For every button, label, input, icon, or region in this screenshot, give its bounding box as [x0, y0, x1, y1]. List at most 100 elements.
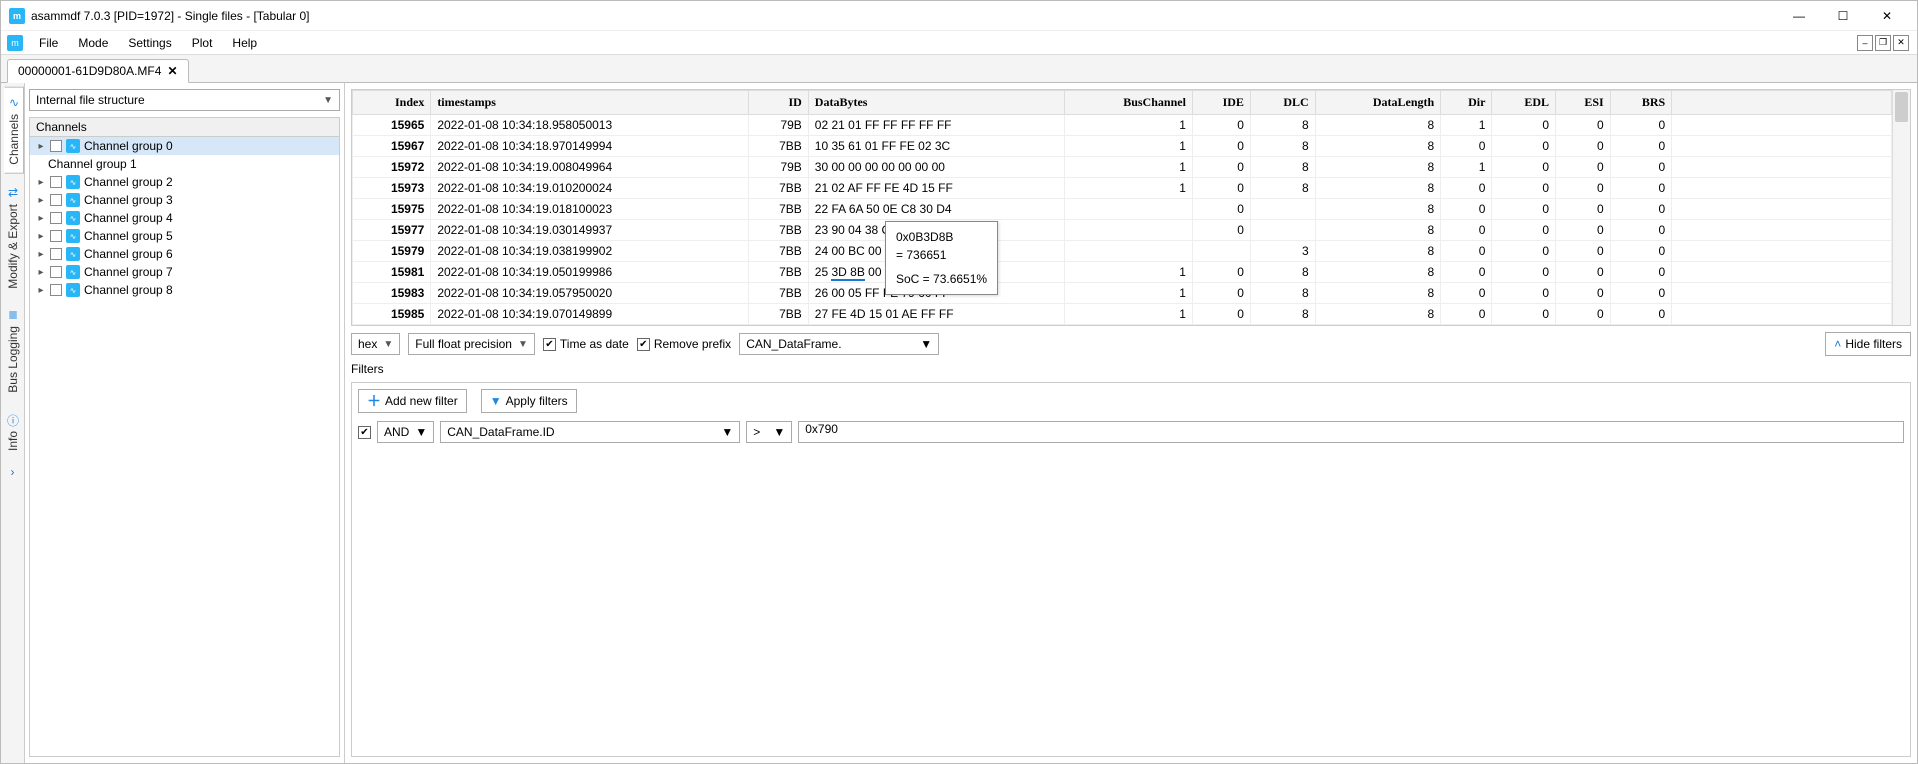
table-vertical-scrollbar[interactable] [1892, 90, 1910, 325]
prefix-combo[interactable]: CAN_DataFrame. ▼ [739, 333, 939, 355]
tree-expand-icon[interactable]: ▸ [36, 177, 46, 188]
table-cell: 0 [1556, 199, 1611, 220]
menu-plot[interactable]: Plot [182, 33, 223, 53]
col-esi[interactable]: ESI [1556, 91, 1611, 115]
col-edl[interactable]: EDL [1492, 91, 1556, 115]
channel-group-row[interactable]: ▸∿Channel group 2 [30, 173, 339, 191]
minimize-button[interactable]: — [1777, 2, 1821, 30]
precision-combo[interactable]: Full float precision▼ [408, 333, 535, 355]
filter-logic-combo[interactable]: AND ▼ [377, 421, 434, 443]
table-cell [1672, 283, 1892, 304]
table-row[interactable]: 159812022-01-08 10:34:19.0501999867BB25 … [353, 262, 1892, 283]
menu-help[interactable]: Help [222, 33, 267, 53]
table-cell [1192, 241, 1250, 262]
col-dir[interactable]: Dir [1441, 91, 1492, 115]
maximize-button[interactable]: ☐ [1821, 2, 1865, 30]
table-row[interactable]: 159852022-01-08 10:34:19.0701498997BB27 … [353, 304, 1892, 325]
tree-expand-icon[interactable]: ▸ [36, 285, 46, 296]
add-new-filter-button[interactable]: ＋ Add new filter [358, 389, 467, 413]
sidetab-bus-logging[interactable]: Bus Logging ≣ [4, 300, 22, 401]
table-row[interactable]: 159792022-01-08 10:34:19.0381999027BB24 … [353, 241, 1892, 262]
close-button[interactable]: ✕ [1865, 2, 1909, 30]
filter-enabled-checkbox[interactable]: ✔ [358, 426, 371, 439]
col-brs[interactable]: BRS [1610, 91, 1671, 115]
channel-tree[interactable]: ▸∿Channel group 0Channel group 1▸∿Channe… [29, 137, 340, 757]
table-cell: 15985 [353, 304, 431, 325]
col-index[interactable]: Index [353, 91, 431, 115]
table-row[interactable]: 159672022-01-08 10:34:18.9701499947BB10 … [353, 136, 1892, 157]
menu-file[interactable]: File [29, 33, 68, 53]
tree-expand-icon[interactable]: ▸ [36, 249, 46, 260]
filter-value-input[interactable]: 0x790 [798, 421, 1904, 443]
col-buschannel[interactable]: BusChannel [1065, 91, 1193, 115]
col-databytes[interactable]: DataBytes [808, 91, 1064, 115]
table-row[interactable]: 159832022-01-08 10:34:19.0579500207BB26 … [353, 283, 1892, 304]
col-ide[interactable]: IDE [1192, 91, 1250, 115]
channel-group-row[interactable]: Channel group 1 [30, 155, 339, 173]
table-row[interactable]: 159772022-01-08 10:34:19.0301499377BB23 … [353, 220, 1892, 241]
tree-checkbox[interactable] [50, 212, 62, 224]
tree-mode-combo[interactable]: Internal file structure ▼ [29, 89, 340, 111]
filters-label: Filters [351, 362, 1911, 376]
table-row[interactable]: 159752022-01-08 10:34:19.0181000237BB22 … [353, 199, 1892, 220]
tree-checkbox[interactable] [50, 284, 62, 296]
channel-group-row[interactable]: ▸∿Channel group 0 [30, 137, 339, 155]
tree-expand-icon[interactable]: ▸ [36, 267, 46, 278]
sidetab-modify-export[interactable]: Modify & Export ⇄ [4, 178, 22, 297]
table-row[interactable]: 159722022-01-08 10:34:19.00804996479B30 … [353, 157, 1892, 178]
time-as-date-checkbox[interactable]: ✔ Time as date [543, 337, 629, 351]
mdi-restore-button[interactable]: ❐ [1875, 35, 1891, 51]
channel-group-row[interactable]: ▸∿Channel group 5 [30, 227, 339, 245]
mdi-close-button[interactable]: ✕ [1893, 35, 1909, 51]
channel-group-row[interactable]: ▸∿Channel group 3 [30, 191, 339, 209]
hide-filters-button[interactable]: ˄ Hide filters [1825, 332, 1911, 356]
tree-expand-icon[interactable]: ▸ [36, 231, 46, 242]
table-cell: 8 [1315, 241, 1441, 262]
tree-checkbox[interactable] [50, 230, 62, 242]
table-cell: 1 [1065, 178, 1193, 199]
channel-group-row[interactable]: ▸∿Channel group 8 [30, 281, 339, 299]
menu-mode[interactable]: Mode [68, 33, 118, 53]
tree-checkbox[interactable] [50, 266, 62, 278]
tree-expand-icon[interactable]: ▸ [36, 195, 46, 206]
tree-expand-icon[interactable]: ▸ [36, 141, 46, 152]
scrollbar-thumb[interactable] [1895, 92, 1908, 122]
col-timestamps[interactable]: timestamps [431, 91, 748, 115]
table-cell: 15977 [353, 220, 431, 241]
tree-checkbox[interactable] [50, 248, 62, 260]
sidetab-info[interactable]: Info ⓘ [4, 405, 22, 459]
channel-group-row[interactable]: ▸∿Channel group 7 [30, 263, 339, 281]
filter-field-combo[interactable]: CAN_DataFrame.ID ▼ [440, 421, 740, 443]
col-id[interactable]: ID [748, 91, 808, 115]
table-row[interactable]: 159732022-01-08 10:34:19.0102000247BB21 … [353, 178, 1892, 199]
tree-expand-icon[interactable]: ▸ [36, 213, 46, 224]
table-cell: 0 [1492, 220, 1556, 241]
format-combo[interactable]: hex▼ [351, 333, 400, 355]
file-tab[interactable]: 00000001-61D9D80A.MF4 ✕ [7, 59, 189, 83]
collapse-sidepanel-icon[interactable]: › [11, 463, 15, 481]
tree-checkbox[interactable] [50, 176, 62, 188]
file-tab-close-icon[interactable]: ✕ [167, 64, 177, 78]
data-table[interactable]: Index timestamps ID DataBytes BusChannel… [352, 90, 1892, 325]
apply-filters-button[interactable]: ▼ Apply filters [481, 389, 577, 413]
channels-panel: Internal file structure ▼ Channels ▸∿Cha… [25, 83, 345, 763]
mdi-minimize-button[interactable]: – [1857, 35, 1873, 51]
tree-checkbox[interactable] [50, 194, 62, 206]
remove-prefix-checkbox[interactable]: ✔ Remove prefix [637, 337, 731, 351]
col-datalength[interactable]: DataLength [1315, 91, 1441, 115]
table-cell: 0 [1556, 283, 1611, 304]
channel-group-row[interactable]: ▸∿Channel group 4 [30, 209, 339, 227]
table-cell: 0 [1556, 157, 1611, 178]
table-cell: 2022-01-08 10:34:19.030149937 [431, 220, 748, 241]
table-row[interactable]: 159652022-01-08 10:34:18.95805001379B02 … [353, 115, 1892, 136]
channel-group-row[interactable]: ▸∿Channel group 6 [30, 245, 339, 263]
table-cell: 8 [1250, 304, 1315, 325]
tree-checkbox[interactable] [50, 140, 62, 152]
channel-group-label: Channel group 8 [84, 283, 173, 297]
sidetab-channels[interactable]: Channels ∿ [4, 87, 24, 174]
table-cell: 0 [1610, 220, 1671, 241]
table-cell [1672, 199, 1892, 220]
col-dlc[interactable]: DLC [1250, 91, 1315, 115]
filter-op-combo[interactable]: > ▼ [746, 421, 792, 443]
menu-settings[interactable]: Settings [118, 33, 181, 53]
